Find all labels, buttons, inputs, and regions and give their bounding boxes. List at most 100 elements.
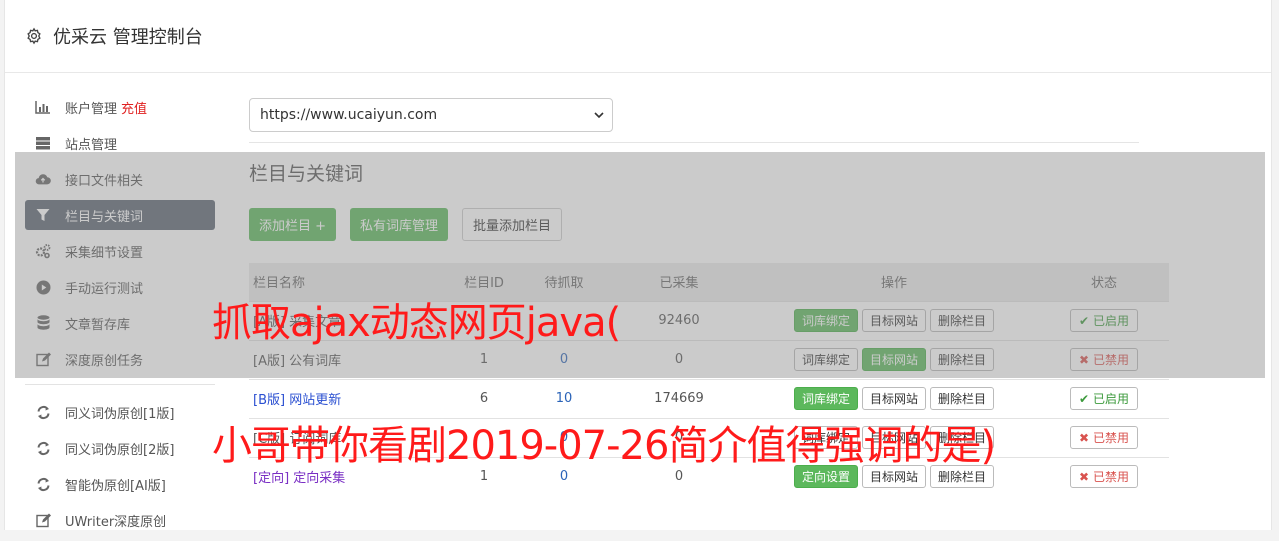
sidebar-item-api-files[interactable]: 接口文件相关 <box>25 164 215 194</box>
status-label: 已禁用 <box>1092 470 1129 485</box>
site-select-value: https://www.ucaiyun.com <box>260 107 438 123</box>
database-icon <box>35 315 51 331</box>
column-name[interactable]: [C版] 订阅词库 <box>249 417 449 457</box>
sidebar-item-collect-settings[interactable]: 采集细节设置 <box>25 236 215 266</box>
delete-column-button[interactable]: 删除栏目 <box>930 348 995 371</box>
sidebar-item-sites[interactable]: 站点管理 <box>25 128 215 158</box>
sidebar-divider <box>25 384 215 385</box>
column-name[interactable]: [定向] 定向采集 <box>249 456 449 496</box>
main-content: https://www.ucaiyun.com 栏目与关键词 添加栏目 + 私有… <box>249 98 1173 496</box>
header-ops: 操作 <box>749 263 1039 301</box>
delete-column-button[interactable]: 删除栏目 <box>930 465 995 489</box>
sidebar-item-manual-run[interactable]: 手动运行测试 <box>25 272 215 302</box>
column-ops: 词库绑定 目标网站 删除栏目 <box>749 300 1039 340</box>
column-ops: 词库绑定 目标网站 删除栏目 <box>749 339 1039 379</box>
sidebar-item-uwriter[interactable]: UWriter深度原创 <box>25 505 215 535</box>
sidebar-item-label: 站点管理 <box>65 137 118 153</box>
status-badge[interactable]: ✖ 已禁用 <box>1070 348 1138 371</box>
sidebar-item-deep-original[interactable]: 深度原创任务 <box>25 344 215 374</box>
bar-chart-icon <box>35 99 51 115</box>
delete-column-button[interactable]: 删除栏目 <box>930 426 995 449</box>
header-wait: 待抓取 <box>519 263 609 301</box>
sidebar-item-synonym-v1[interactable]: 同义词伪原创[1版] <box>25 397 215 427</box>
column-ops: 词库绑定 目标网站 删除栏目 <box>749 378 1039 418</box>
sidebar-item-article-store[interactable]: 文章暂存库 <box>25 308 215 338</box>
target-site-button[interactable]: 目标网站 <box>861 426 926 449</box>
column-name[interactable]: [B版] 网站更新 <box>249 378 449 418</box>
status-badge[interactable]: ✔ 已启用 <box>1070 387 1138 410</box>
bind-library-button[interactable]: 词库绑定 <box>793 309 858 332</box>
column-id <box>449 300 519 340</box>
column-wait <box>519 300 609 340</box>
edit-icon <box>35 512 51 528</box>
close-icon: ✖ <box>1079 352 1090 367</box>
edit-icon <box>35 351 51 367</box>
filter-icon <box>35 207 51 223</box>
sidebar-item-label: 栏目与关键词 <box>65 209 144 225</box>
refresh-icon <box>35 404 51 420</box>
sidebar-item-label: 接口文件相关 <box>65 173 144 189</box>
refresh-icon <box>35 476 51 492</box>
site-select[interactable]: https://www.ucaiyun.com <box>249 98 613 132</box>
header-done: 已采集 <box>609 263 749 301</box>
column-done: 0 <box>609 339 749 379</box>
sidebar-item-label: 账户管理 <box>65 101 118 117</box>
action-buttons: 添加栏目 + 私有词库管理 批量添加栏目 <box>249 208 1173 241</box>
sidebar-item-label: 深度原创任务 <box>65 353 144 369</box>
target-site-button[interactable]: 目标网站 <box>861 348 926 371</box>
sidebar-item-synonym-v2[interactable]: 同义词伪原创[2版] <box>25 433 215 463</box>
batch-add-column-button[interactable]: 批量添加栏目 <box>462 208 563 241</box>
refresh-icon <box>35 440 51 456</box>
column-done: 0 <box>609 456 749 496</box>
status-badge[interactable]: ✔ 已启用 <box>1070 309 1138 332</box>
private-library-button[interactable]: 私有词库管理 <box>350 208 449 241</box>
target-site-button[interactable]: 目标网站 <box>861 309 926 332</box>
column-wait: 0 <box>519 339 609 379</box>
table-row: [C版] 订阅词库 0 0 词库绑定 目标网站 删除栏目 ✖ 已禁用 <box>249 417 1169 457</box>
header-id: 栏目ID <box>449 263 519 301</box>
status-label: 已禁用 <box>1092 353 1129 367</box>
table-row: [B版] 网站更新 6 10 174669 词库绑定 目标网站 删除栏目 ✔ 已… <box>249 378 1169 418</box>
table-header-row: 栏目名称 栏目ID 待抓取 已采集 操作 状态 <box>249 263 1169 301</box>
status-label: 已禁用 <box>1092 431 1129 445</box>
sidebar-item-ai-rewrite[interactable]: 智能伪原创[AI版] <box>25 469 215 499</box>
header-status: 状态 <box>1039 263 1169 301</box>
directed-settings-button[interactable]: 定向设置 <box>793 465 858 489</box>
delete-column-button[interactable]: 删除栏目 <box>930 387 995 410</box>
column-name[interactable]: [A版] 采集文章 <box>249 300 449 340</box>
bind-library-button[interactable]: 词库绑定 <box>793 387 858 410</box>
table-row: [定向] 定向采集 1 0 0 定向设置 目标网站 删除栏目 ✖ 已禁用 <box>249 456 1169 496</box>
column-status: ✔ 已启用 <box>1039 378 1169 418</box>
target-site-button[interactable]: 目标网站 <box>861 387 926 410</box>
sidebar: 账户管理 充值 站点管理 接口文件相关 栏目与关键词 采集细节设置 手动运行测试… <box>25 92 215 541</box>
page-title: 优采云 管理控制台 <box>53 27 203 48</box>
status-badge[interactable]: ✖ 已禁用 <box>1070 426 1138 449</box>
column-ops: 词库绑定 目标网站 删除栏目 <box>749 417 1039 457</box>
column-ops: 定向设置 目标网站 删除栏目 <box>749 456 1039 496</box>
delete-column-button[interactable]: 删除栏目 <box>930 309 995 332</box>
recharge-link[interactable]: 充值 <box>121 98 147 117</box>
column-id: 1 <box>449 456 519 496</box>
header-name: 栏目名称 <box>249 263 449 301</box>
column-done: 92460 <box>609 300 749 340</box>
sidebar-item-label: 文章暂存库 <box>65 317 131 333</box>
column-wait: 10 <box>519 378 609 418</box>
sidebar-item-label: 手动运行测试 <box>65 281 144 297</box>
target-site-button[interactable]: 目标网站 <box>861 465 926 489</box>
sidebar-item-label: 同义词伪原创[2版] <box>65 442 175 458</box>
sidebar-item-columns-keywords[interactable]: 栏目与关键词 <box>25 200 215 230</box>
columns-table: 栏目名称 栏目ID 待抓取 已采集 操作 状态 [A版] 采集文章 92460 … <box>249 263 1169 496</box>
close-icon: ✖ <box>1079 469 1090 484</box>
bind-library-button[interactable]: 词库绑定 <box>793 426 858 449</box>
close-icon: ✖ <box>1079 430 1090 445</box>
status-badge[interactable]: ✖ 已禁用 <box>1070 465 1138 489</box>
column-id: 6 <box>449 378 519 418</box>
add-column-button[interactable]: 添加栏目 + <box>249 208 337 241</box>
header: 优采云 管理控制台 <box>5 0 1271 73</box>
sidebar-item-account[interactable]: 账户管理 充值 <box>25 92 215 122</box>
column-name[interactable]: [A版] 公有词库 <box>249 339 449 379</box>
column-status: ✖ 已禁用 <box>1039 339 1169 379</box>
table-row: [A版] 采集文章 92460 词库绑定 目标网站 删除栏目 ✔ 已启用 <box>249 300 1169 340</box>
column-wait: 0 <box>519 417 609 457</box>
bind-library-button[interactable]: 词库绑定 <box>793 348 858 371</box>
